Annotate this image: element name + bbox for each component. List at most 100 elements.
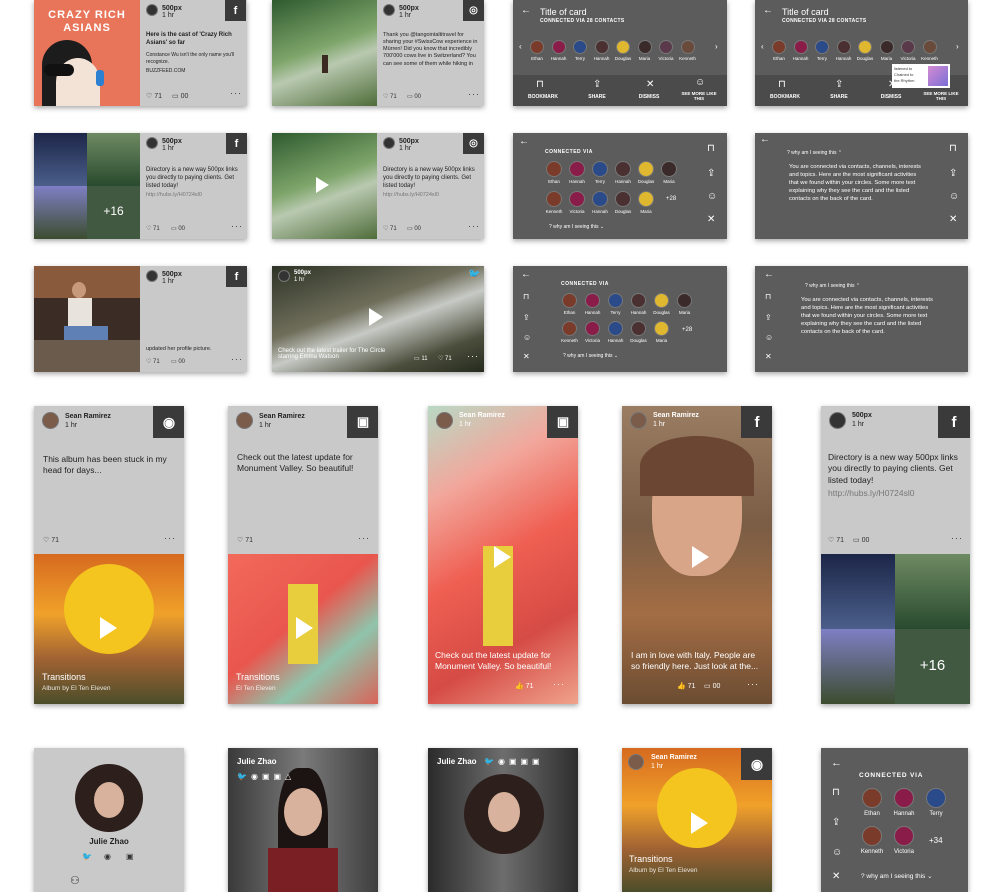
like-action[interactable]: ♡ 71 [43, 536, 59, 544]
smiley-icon[interactable]: ☺ [707, 192, 717, 202]
connected-via-panel-left-actions[interactable]: ← CONNECTED VIA Ethan Hannah Terry Hannah Do… [513, 266, 727, 372]
more-options-icon[interactable]: ··· [951, 533, 963, 543]
contact-avatar[interactable] [585, 293, 600, 308]
like-action[interactable]: ♡ 71 [828, 536, 844, 544]
share-icon[interactable]: ⇪ [523, 314, 530, 322]
title-card-panel-tooltip[interactable]: ← Title of card CONNECTED VIA 28 CONTACT… [755, 0, 968, 106]
like-action[interactable]: ♡ 71 [146, 225, 160, 232]
like-action[interactable]: ♡ 71 [383, 93, 397, 100]
contact-avatar[interactable] [592, 161, 608, 177]
album-card[interactable]: Sean Ramirez 1 hr ◉ This album has been … [34, 406, 184, 704]
why-seeing-panel-left-actions[interactable]: ← ? why am I seeing this ⌃ You are conne… [755, 266, 968, 372]
more-options-icon[interactable]: ··· [164, 533, 176, 543]
comment-action[interactable]: ▭ 00 [853, 536, 869, 544]
more-options-icon[interactable]: ··· [231, 354, 243, 364]
hiker-video-card[interactable]: 500px 1 hr ◎ Directory is a new way 500p… [272, 133, 484, 239]
contact-avatar[interactable] [793, 40, 808, 54]
dismiss-button[interactable]: DISMISS [627, 94, 671, 100]
contact-avatar[interactable] [862, 788, 882, 808]
music-disc-icon[interactable]: ◉ [153, 406, 184, 438]
dismiss-icon[interactable]: ✕ [949, 215, 957, 225]
more-options-icon[interactable]: ··· [230, 88, 242, 98]
bookmark-icon[interactable]: ⊓ [832, 788, 840, 798]
like-action[interactable]: ♡ 71 [237, 536, 253, 544]
contact-avatar[interactable] [677, 293, 692, 308]
play-icon[interactable] [316, 177, 330, 193]
contact-avatar[interactable] [615, 191, 631, 207]
connected-via-panel[interactable]: ← CONNECTED VIA Ethan Hannah Terry Hannah Do… [513, 133, 727, 239]
like-action[interactable]: 👍 71 [515, 682, 533, 690]
bookmark-icon[interactable]: ⊓ [949, 144, 957, 154]
play-icon[interactable] [369, 308, 383, 326]
add-friend-icon[interactable]: ⚇ [70, 874, 80, 887]
contact-avatar[interactable] [638, 161, 654, 177]
play-icon[interactable] [691, 812, 708, 834]
smiley-icon[interactable]: ☺ [832, 848, 842, 858]
smiley-icon[interactable]: ☺ [523, 334, 531, 342]
post-link[interactable]: http://hubs.ly/H0724sl0 [383, 192, 439, 199]
contact-avatar[interactable] [573, 40, 587, 54]
share-icon[interactable]: ⇪ [765, 314, 772, 322]
more-photos-tile[interactable]: +16 [895, 629, 970, 704]
bookmark-button[interactable]: BOOKMARK [763, 94, 807, 100]
contact-avatar[interactable] [654, 321, 669, 336]
back-arrow-icon[interactable]: ← [521, 6, 531, 16]
comment-action[interactable]: ▭ 00 [704, 682, 720, 690]
contact-avatar[interactable] [680, 40, 695, 54]
more-options-icon[interactable]: ··· [468, 221, 480, 231]
monument-valley-card[interactable]: Sean Ramirez 1 hr ▣ Check out the latest… [228, 406, 378, 704]
directory-card[interactable]: +16 500px 1 hr f Directory is a new way … [34, 133, 247, 239]
dismiss-icon[interactable]: ✕ [832, 872, 840, 882]
smiley-icon[interactable]: ☺ [949, 192, 959, 202]
why-seeing-link[interactable]: ? why am I seeing this ⌄ [563, 353, 618, 359]
like-action[interactable]: ♡ 71 [438, 355, 452, 362]
more-options-icon[interactable]: ··· [468, 89, 480, 99]
twitter-icon[interactable]: 🐦 [468, 270, 480, 280]
contact-avatar[interactable] [654, 293, 669, 308]
more-options-icon[interactable]: ··· [358, 533, 370, 543]
dismiss-icon[interactable]: ✕ [765, 353, 772, 361]
share-button[interactable]: SHARE [817, 94, 861, 100]
bookmark-button[interactable]: BOOKMARK [521, 94, 565, 100]
contact-avatar[interactable] [608, 293, 623, 308]
post-link[interactable]: http://hubs.ly/H0724sl0 [146, 192, 202, 199]
play-icon[interactable] [296, 617, 313, 639]
contact-avatar[interactable] [608, 321, 623, 336]
comment-action[interactable]: ▭ 00 [171, 225, 185, 232]
contact-avatar[interactable] [661, 161, 677, 177]
back-arrow-icon[interactable]: ← [521, 270, 531, 280]
hiker-video-thumbnail[interactable] [272, 133, 377, 239]
share-icon[interactable]: ⇪ [949, 169, 957, 179]
dismiss-button[interactable]: DISMISS [869, 94, 913, 100]
contact-avatar[interactable] [569, 161, 585, 177]
julie-avatar[interactable] [464, 774, 544, 854]
game-screenshot[interactable]: Transitions El Ten Eleven [228, 554, 378, 704]
more-photos-tile[interactable]: +16 [87, 186, 140, 239]
contact-avatar[interactable] [772, 40, 786, 54]
contact-avatar[interactable] [530, 40, 544, 54]
play-icon[interactable] [692, 546, 709, 568]
bookmark-icon[interactable]: ⊓ [765, 293, 771, 301]
more-options-icon[interactable]: ··· [231, 221, 243, 231]
why-seeing-panel[interactable]: ← ? why am I seeing this ⌃ You are conne… [755, 133, 968, 239]
contact-avatar[interactable] [585, 321, 600, 336]
more-contacts-count[interactable]: +34 [929, 836, 943, 845]
comment-action[interactable]: ▭ 00 [407, 93, 421, 100]
share-button[interactable]: SHARE [575, 94, 619, 100]
music-disc-icon[interactable]: ◉ [741, 748, 772, 780]
instagram-icon[interactable]: ◎ [463, 0, 484, 21]
contact-avatar[interactable] [569, 191, 585, 207]
music-disc-icon[interactable]: ◉ [104, 852, 111, 861]
contact-avatar[interactable] [546, 161, 562, 177]
facebook-icon[interactable]: f [938, 406, 970, 438]
comment-action[interactable]: ▭ 00 [407, 225, 421, 232]
see-more-button[interactable]: SEE MORE LIKE THIS [919, 91, 963, 101]
hiker-instagram-card[interactable]: 500px 1 hr ◎ Thank you @tangointaltitrav… [272, 0, 484, 106]
chevron-left-icon[interactable]: ‹ [519, 43, 522, 51]
why-seeing-link[interactable]: ? why am I seeing this ⌄ [861, 872, 933, 880]
see-more-button[interactable]: SEE MORE LIKE THIS [677, 91, 721, 101]
why-seeing-link[interactable]: ? why am I seeing this ⌄ [549, 224, 604, 230]
facebook-icon[interactable]: f [226, 266, 247, 287]
profile-picture-card[interactable]: 500px 1 hr f updated her profile picture… [34, 266, 247, 372]
contact-avatar[interactable] [631, 321, 646, 336]
